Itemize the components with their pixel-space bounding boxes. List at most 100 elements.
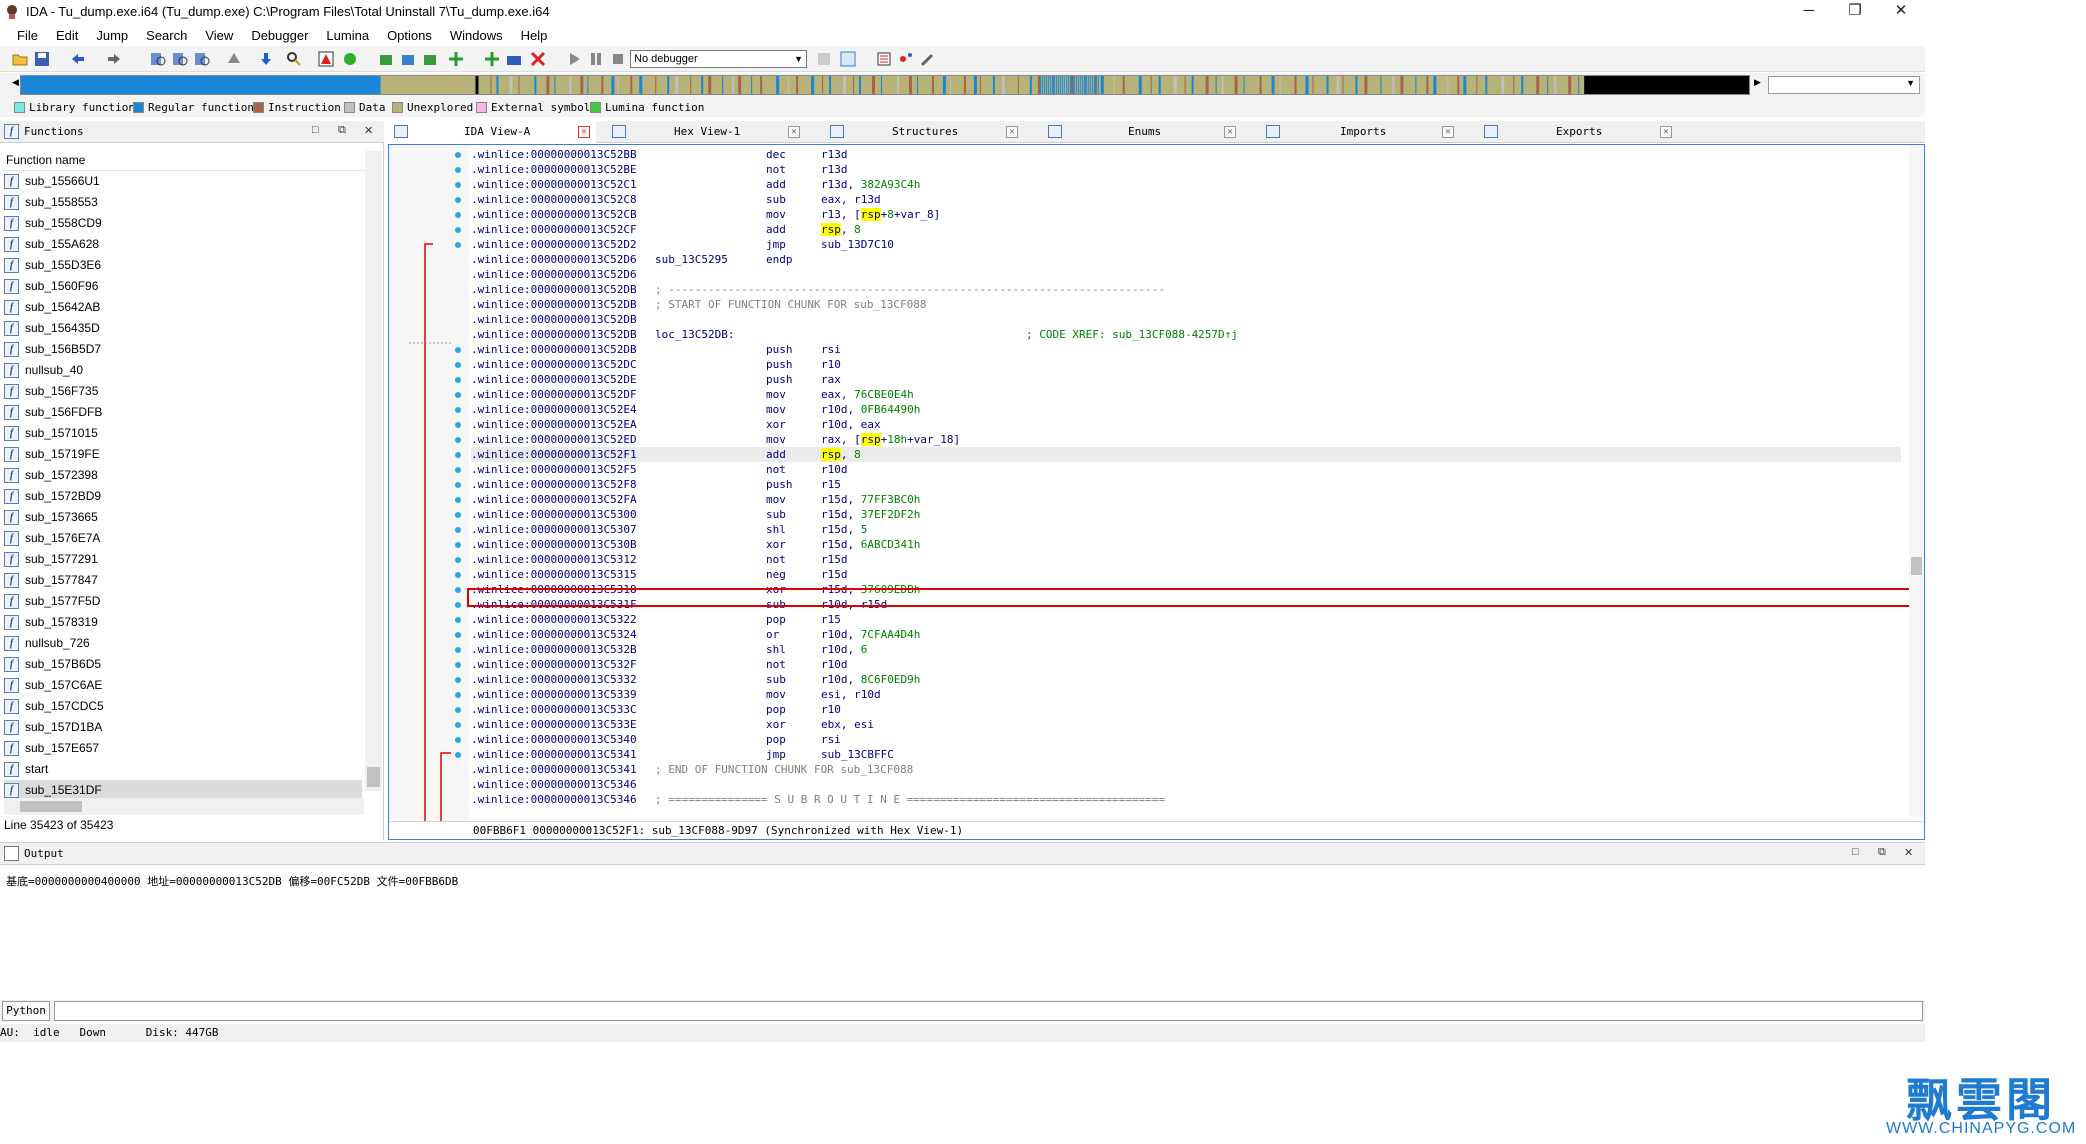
disasm-xref-comment[interactable]: ; CODE XREF: sub_13CF088-4257D↑j [1026,327,1238,342]
patch-icon[interactable] [226,51,242,67]
play-icon[interactable] [566,51,582,67]
sync-icon[interactable] [840,51,856,67]
immediate-search-icon[interactable] [194,51,210,67]
function-list-item[interactable]: f sub_157CDC5 [4,696,362,717]
disasm-line[interactable]: .winlice:00000000013C52D6 [471,267,1901,282]
disasm-line[interactable]: .winlice:00000000013C532B shl r10d, 6 [471,642,1901,657]
save-icon[interactable] [34,51,50,67]
breakpoint-icon[interactable] [484,51,500,67]
function-list-item[interactable]: f sub_1573665 [4,507,362,528]
disasm-line[interactable]: .winlice:00000000013C52BE not r13d [471,162,1901,177]
close-tab-icon[interactable]: ✕ [578,126,590,138]
disasm-line[interactable]: .winlice:00000000013C52ED mov rax, [rsp+18… [471,432,1901,447]
nav-right-arrow-icon[interactable]: ▶ [1754,77,1761,88]
disasm-line[interactable]: .winlice:00000000013C52CF add rsp, 8 [471,222,1901,237]
disasm-line[interactable]: .winlice:00000000013C530B xor r15d, 6ABCD3… [471,537,1901,552]
open-file-icon[interactable] [12,51,28,67]
debugger-select[interactable]: No debugger ▼ [630,50,807,68]
disasm-line[interactable]: .winlice:00000000013C5324 or r10d, 7CFAA4D… [471,627,1901,642]
stop-icon[interactable] [610,51,626,67]
navigation-band[interactable] [20,75,1750,95]
close-tab-icon[interactable]: ✕ [1224,126,1236,138]
minimize-button[interactable]: ─ [1786,0,1832,24]
disasm-line[interactable]: .winlice:00000000013C52D6 sub_13C5295 endp [471,252,1901,267]
output-text[interactable]: 基底=0000000000400000 地址=00000000013C52DB … [6,873,458,889]
function-list-item[interactable]: f sub_1558553 [4,192,362,213]
pause-icon[interactable] [588,51,604,67]
binary-search-icon[interactable] [150,51,166,67]
function-list-item[interactable]: f sub_1576E7A [4,528,362,549]
disasm-line[interactable]: .winlice:00000000013C52EA xor r10d, eax [471,417,1901,432]
disasm-line[interactable]: .winlice:00000000013C5307 shl r15d, 5 [471,522,1901,537]
menu-lumina[interactable]: Lumina [317,28,378,43]
plugin-icon[interactable] [448,51,464,67]
close-tab-icon[interactable]: ✕ [1442,126,1454,138]
disasm-line[interactable]: .winlice:00000000013C52E4 mov r10d, 0FB644… [471,402,1901,417]
function-list-item[interactable]: f sub_155A628 [4,234,362,255]
disasm-line[interactable]: .winlice:00000000013C5315 neg r15d [471,567,1901,582]
function-list-item[interactable]: f sub_157B6D5 [4,654,362,675]
function-list-item[interactable]: f sub_15566U1 [4,171,362,192]
menu-file[interactable]: File [8,28,47,43]
close-panel-icon[interactable]: ✕ [364,124,373,137]
menu-options[interactable]: Options [378,28,441,43]
function-list-item[interactable]: f sub_1572398 [4,465,362,486]
menu-edit[interactable]: Edit [47,28,87,43]
function-list-item[interactable]: f sub_157E657 [4,738,362,759]
ida-vertical-scrollbar[interactable] [1909,145,1924,817]
tree-icon[interactable] [898,51,914,67]
function-list-item[interactable]: f sub_156435D [4,318,362,339]
menu-jump[interactable]: Jump [87,28,137,43]
close-tab-icon[interactable]: ✕ [1006,126,1018,138]
disasm-line[interactable]: .winlice:00000000013C5322 pop r15 [471,612,1901,627]
function-list-item[interactable]: f sub_15642AB [4,297,362,318]
function-list-item[interactable]: f nullsub_726 [4,633,362,654]
disasm-line[interactable]: .winlice:00000000013C52F5 not r10d [471,462,1901,477]
graph-icon[interactable] [318,51,334,67]
function-list-item[interactable]: f sub_1577291 [4,549,362,570]
function-list-item[interactable]: f sub_15719FE [4,444,362,465]
jump-down-icon[interactable] [258,51,274,67]
disasm-line[interactable]: .winlice:00000000013C52BB dec r13d [471,147,1901,162]
run-script-icon[interactable] [342,51,358,67]
nav-left-arrow-icon[interactable]: ◀ [12,77,19,88]
disasm-line[interactable]: .winlice:00000000013C52F8 push r15 [471,477,1901,492]
function-list-item[interactable]: f sub_157D1BA [4,717,362,738]
tab-imports[interactable]: Imports ✕ [1260,121,1460,143]
functions-horizontal-scrollbar[interactable] [4,798,364,815]
disasm-line[interactable]: .winlice:00000000013C52DF mov eax, 76CBE0E… [471,387,1901,402]
close-panel-icon[interactable]: ✕ [1904,846,1913,859]
disasm-line[interactable]: .winlice:00000000013C52FA mov r15d, 77FF3B… [471,492,1901,507]
function-list-item[interactable]: f sub_155D3E6 [4,255,362,276]
disasm-line[interactable]: .winlice:00000000013C5340 pop rsi [471,732,1901,747]
disasm-line[interactable]: .winlice:00000000013C5300 sub r15d, 37EF2D… [471,507,1901,522]
disasm-line[interactable]: .winlice:00000000013C52DB ; START OF FUNC… [471,297,1901,312]
disasm-line[interactable]: .winlice:00000000013C5341 jmp sub_13CBFFC [471,747,1901,762]
forward-arrow-icon[interactable] [106,51,122,67]
menu-windows[interactable]: Windows [441,28,512,43]
camera-icon[interactable] [506,51,522,67]
function-name-column-header[interactable]: Function name [2,153,376,171]
python-button[interactable]: Python [2,1001,50,1021]
menu-help[interactable]: Help [512,28,557,43]
python-input[interactable] [54,1001,1923,1021]
disasm-line[interactable]: .winlice:00000000013C5346 [471,777,1901,792]
delete-icon[interactable] [530,51,546,67]
close-button[interactable]: ✕ [1878,0,1924,24]
disasm-line[interactable]: .winlice:00000000013C533E xor ebx, esi [471,717,1901,732]
text-search-icon[interactable] [172,51,188,67]
disasm-line[interactable]: .winlice:00000000013C52DB [471,312,1901,327]
disasm-line[interactable]: .winlice:00000000013C52C1 add r13d, 382A93… [471,177,1901,192]
nav-scale-select[interactable]: ▼ [1768,76,1920,94]
attach-icon[interactable] [816,51,832,67]
struct-view-icon[interactable] [876,51,892,67]
disasm-line[interactable]: .winlice:00000000013C533C pop r10 [471,702,1901,717]
function-list-item[interactable]: f sub_1572BD9 [4,486,362,507]
function-list-item[interactable]: f sub_1560F96 [4,276,362,297]
back-arrow-icon[interactable] [70,51,86,67]
disasm-line[interactable]: .winlice:00000000013C52DC push r10 [471,357,1901,372]
disasm-line[interactable]: .winlice:00000000013C52D2 jmp sub_13D7C10 [471,237,1901,252]
function-list-item[interactable]: f sub_1558CD9 [4,213,362,234]
menu-view[interactable]: View [196,28,242,43]
add-segment-icon[interactable] [378,51,394,67]
